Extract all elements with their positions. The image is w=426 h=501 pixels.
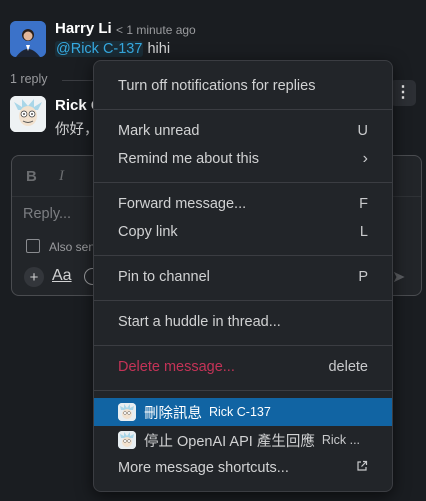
- also-send-checkbox[interactable]: [26, 239, 40, 253]
- reply-input[interactable]: Reply...: [23, 206, 71, 222]
- menu-remind-me[interactable]: Remind me about this ›: [94, 145, 392, 173]
- menu-start-huddle[interactable]: Start a huddle in thread...: [94, 308, 392, 336]
- menu-item-label: More message shortcuts...: [118, 460, 289, 476]
- chevron-right-icon: ›: [362, 150, 368, 167]
- menu-item-label: Forward message...: [118, 196, 247, 212]
- plus-icon[interactable]: +: [24, 267, 44, 287]
- menu-item-app-name: Rick ...: [321, 433, 361, 447]
- menu-pin-to-channel[interactable]: Pin to channel P: [94, 263, 392, 291]
- menu-separator: [94, 345, 392, 346]
- menu-separator: [94, 255, 392, 256]
- shortcut-key: U: [357, 123, 368, 139]
- bold-icon[interactable]: B: [26, 168, 37, 185]
- shortcut-key: delete: [328, 359, 368, 375]
- menu-separator: [94, 182, 392, 183]
- rick-app-icon: [118, 431, 136, 449]
- message-author[interactable]: Harry Li: [55, 20, 112, 37]
- avatar-harry-li[interactable]: [10, 21, 46, 57]
- menu-item-label: Copy link: [118, 224, 178, 240]
- menu-turn-off-notifications[interactable]: Turn off notifications for replies: [94, 72, 392, 100]
- external-link-icon: [356, 460, 368, 476]
- reply-text: 你好，: [55, 122, 99, 138]
- menu-mark-unread[interactable]: Mark unread U: [94, 117, 392, 145]
- menu-more-shortcuts[interactable]: More message shortcuts...: [94, 454, 392, 482]
- menu-item-label: 停止 OpenAI API 產生回應: [144, 433, 315, 450]
- rick-app-icon: [118, 403, 136, 421]
- menu-item-app-name: Rick C-137: [209, 405, 271, 419]
- menu-forward-message[interactable]: Forward message... F: [94, 190, 392, 218]
- shortcut-key: F: [359, 196, 368, 212]
- menu-item-label: Start a huddle in thread...: [118, 314, 281, 330]
- menu-copy-link[interactable]: Copy link L: [94, 218, 392, 246]
- menu-item-label: Turn off notifications for replies: [118, 78, 316, 94]
- menu-item-label: 刪除訊息: [144, 405, 202, 422]
- avatar-rick[interactable]: [10, 96, 46, 132]
- message-timestamp[interactable]: < 1 minute ago: [116, 23, 196, 37]
- message-text: hihi: [147, 41, 171, 57]
- send-icon[interactable]: ➤: [392, 267, 405, 287]
- reply-count: 1 reply: [10, 72, 48, 86]
- user-mention[interactable]: @Rick C-137: [55, 41, 144, 57]
- menu-app-shortcut-stop[interactable]: 停止 OpenAI API 產生回應 Rick ...: [94, 426, 392, 454]
- text-format-icon[interactable]: Aa: [52, 267, 72, 285]
- menu-item-label: Remind me about this: [118, 151, 260, 167]
- shortcut-key: L: [359, 224, 368, 240]
- more-actions-button[interactable]: ⋮: [390, 80, 416, 106]
- menu-separator: [94, 300, 392, 301]
- menu-separator: [94, 390, 392, 391]
- message-context-menu: Turn off notifications for replies Mark …: [93, 60, 393, 492]
- italic-icon[interactable]: I: [59, 168, 64, 185]
- menu-separator: [94, 109, 392, 110]
- message-body: @Rick C-137 hihi: [55, 41, 170, 57]
- vertical-ellipsis-icon: ⋮: [395, 84, 411, 101]
- menu-item-label: Mark unread: [118, 123, 200, 139]
- also-send-label: Also sen: [49, 240, 96, 254]
- menu-app-shortcut-delete[interactable]: 刪除訊息 Rick C-137: [94, 398, 392, 426]
- menu-item-label: Pin to channel: [118, 269, 210, 285]
- replies-divider: [62, 80, 96, 81]
- menu-delete-message[interactable]: Delete message... delete: [94, 353, 392, 381]
- shortcut-key: P: [358, 269, 368, 285]
- menu-item-label: Delete message...: [118, 359, 235, 375]
